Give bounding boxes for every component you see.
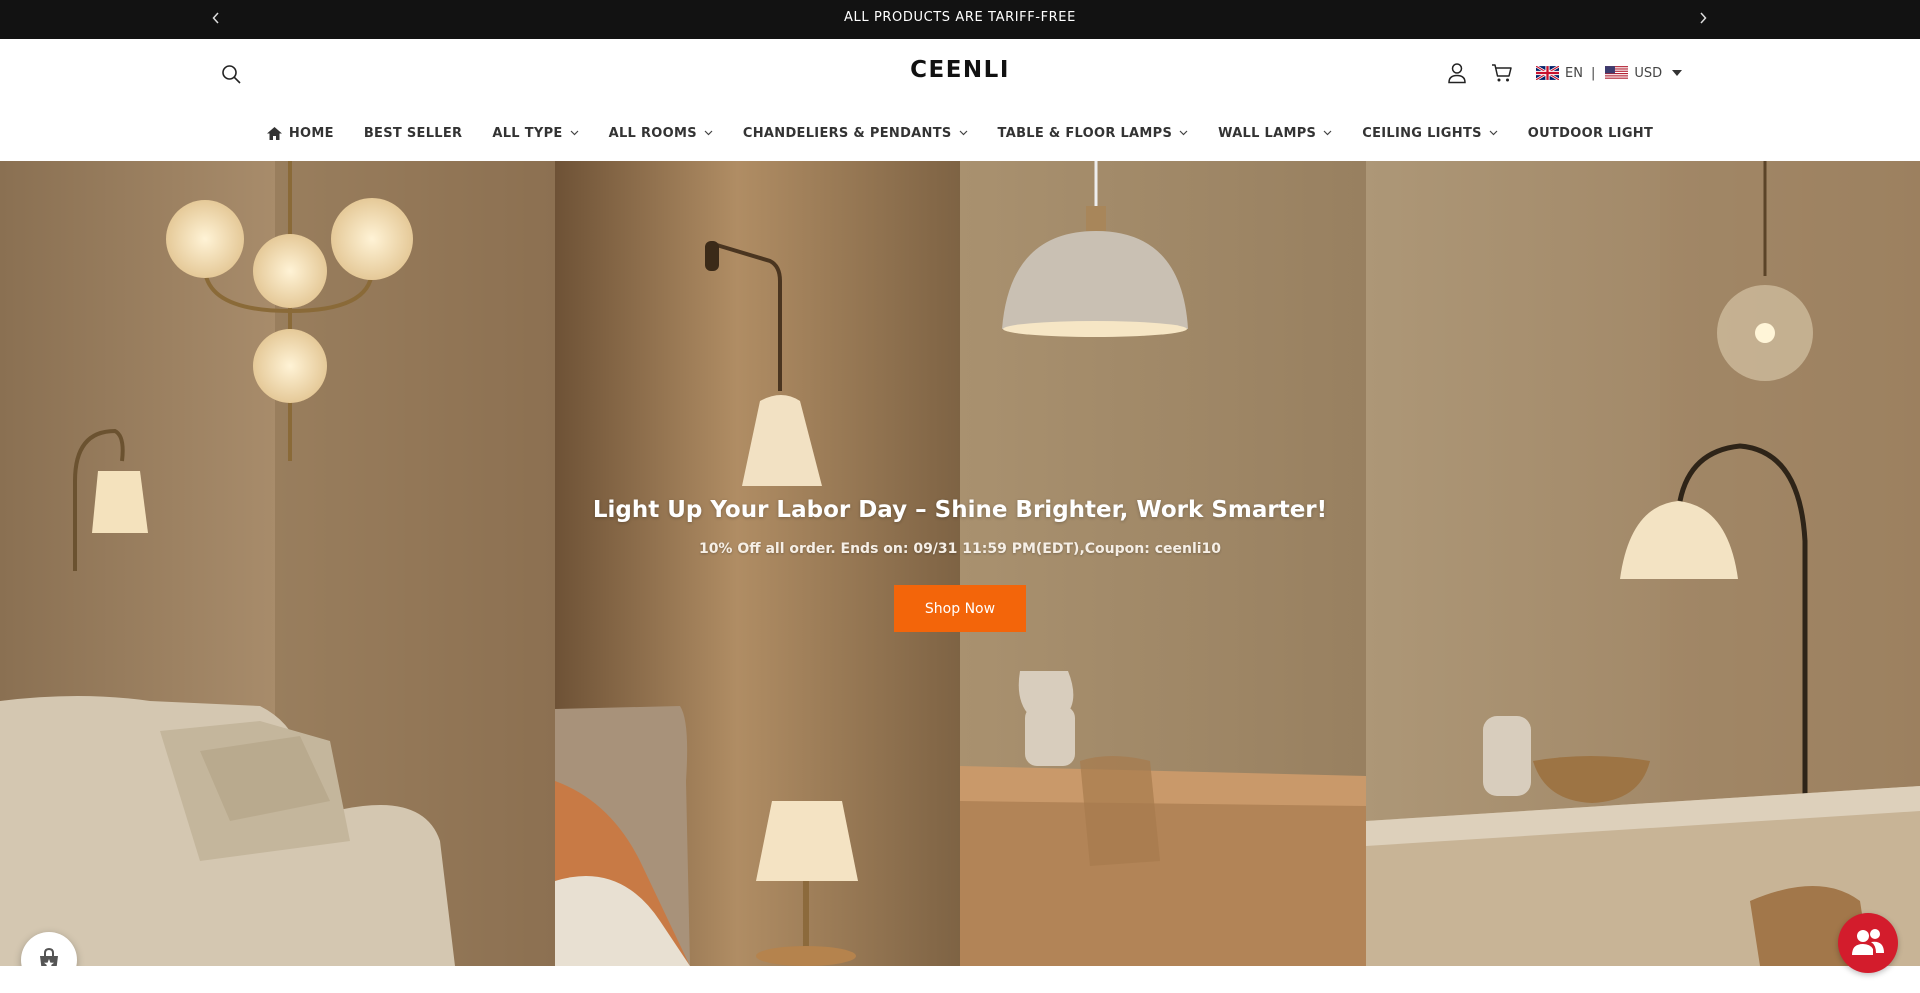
uk-flag-icon xyxy=(1536,66,1559,80)
nav-outdoor-light-label: OUTDOOR LIGHT xyxy=(1527,125,1654,141)
chevron-right-icon xyxy=(1700,12,1707,24)
nav-wall-lamps[interactable]: WALL LAMPS xyxy=(1218,126,1332,141)
nav-chandeliers-label: CHANDELIERS & PENDANTS xyxy=(742,125,952,141)
us-flag-icon xyxy=(1605,66,1629,80)
nav-ceiling-lights[interactable]: CEILING LIGHTS xyxy=(1362,126,1498,141)
announcement-message: ALL PRODUCTS ARE TARIFF-FREE xyxy=(844,10,1076,25)
nav-home[interactable]: HOME xyxy=(266,125,334,141)
chevron-down-icon xyxy=(1179,130,1188,136)
chevron-down-icon xyxy=(1323,130,1332,136)
rewards-icon xyxy=(40,947,58,966)
nav-all-rooms[interactable]: ALL ROOMS xyxy=(609,126,713,141)
account-button[interactable] xyxy=(1443,59,1471,87)
nav-best-seller[interactable]: BEST SELLER xyxy=(364,126,463,141)
hero-subtitle: 10% Off all order. Ends on: 09/31 11:59 … xyxy=(698,541,1222,557)
cart-button[interactable] xyxy=(1487,59,1517,87)
site-logo[interactable]: CEENLI xyxy=(860,57,1060,83)
chat-button[interactable] xyxy=(1838,913,1898,973)
chevron-down-icon xyxy=(704,130,713,136)
main-nav: HOME BEST SELLER ALL TYPE ALL ROOMS CHAN… xyxy=(0,118,1920,148)
search-icon xyxy=(221,64,241,84)
nav-outdoor-light[interactable]: OUTDOOR LIGHT xyxy=(1528,126,1653,141)
nav-table-floor-label: TABLE & FLOOR LAMPS xyxy=(997,125,1173,141)
locale-selector[interactable]: EN | USD xyxy=(1536,63,1683,83)
site-header: CEENLI EN | USD HOME BEST SELLER ALL TYP… xyxy=(0,39,1920,161)
nav-home-label: HOME xyxy=(288,125,334,141)
nav-all-rooms-label: ALL ROOMS xyxy=(608,125,697,141)
chevron-down-icon xyxy=(570,130,579,136)
locale-separator: | xyxy=(1590,65,1596,81)
chevron-down-icon xyxy=(959,130,967,136)
shop-now-button[interactable]: Shop Now xyxy=(894,585,1026,632)
caret-down-icon xyxy=(1672,70,1683,76)
account-icon xyxy=(1448,63,1466,84)
hero-background-image xyxy=(0,161,1920,966)
nav-chandeliers-pendants[interactable]: CHANDELIERS & PENDANTS xyxy=(743,126,968,141)
nav-best-seller-label: BEST SELLER xyxy=(363,125,463,141)
chevron-down-icon xyxy=(1489,130,1498,136)
currency-label: USD xyxy=(1634,65,1663,81)
nav-ceiling-lights-label: CEILING LIGHTS xyxy=(1362,125,1482,141)
announcement-next-button[interactable] xyxy=(1693,8,1713,28)
nav-all-type[interactable]: ALL TYPE xyxy=(492,125,579,141)
language-label: EN xyxy=(1565,65,1583,81)
nav-all-type-label: ALL TYPE xyxy=(492,125,563,141)
home-icon xyxy=(266,126,282,140)
nav-wall-lamps-label: WALL LAMPS xyxy=(1218,125,1317,141)
chat-icon xyxy=(1852,929,1884,955)
nav-table-floor-lamps[interactable]: TABLE & FLOOR LAMPS xyxy=(998,126,1189,141)
hero-title: Light Up Your Labor Day – Shine Brighter… xyxy=(592,497,1328,523)
search-button[interactable] xyxy=(218,61,244,87)
hero-banner: Light Up Your Labor Day – Shine Brighter… xyxy=(0,161,1920,966)
announcement-bar: ALL PRODUCTS ARE TARIFF-FREE xyxy=(0,0,1920,39)
cart-icon xyxy=(1492,64,1512,82)
